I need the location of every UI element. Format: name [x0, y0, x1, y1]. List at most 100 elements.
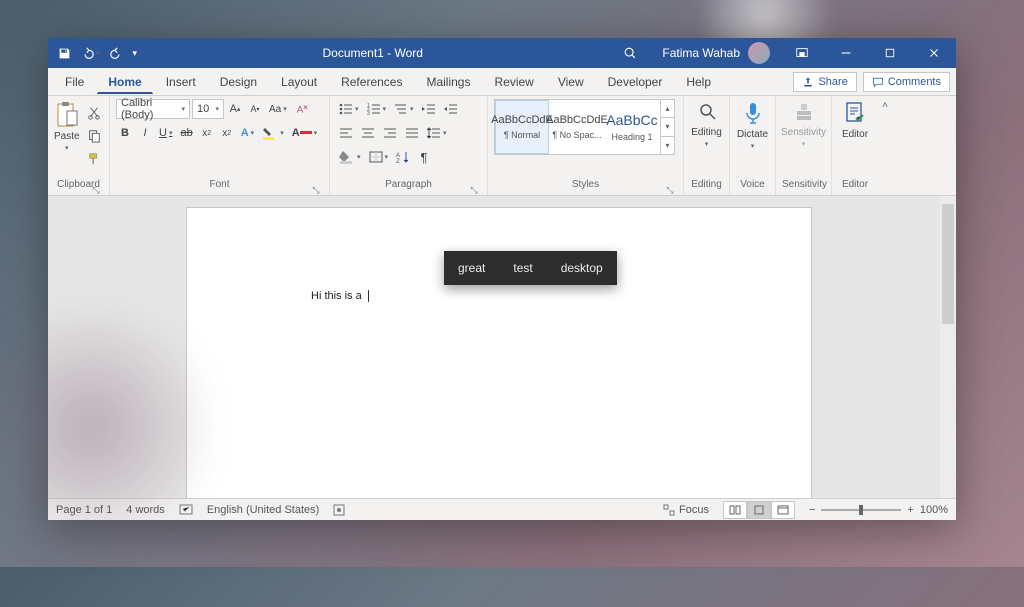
tab-mailings[interactable]: Mailings [415, 70, 481, 93]
numbering-icon[interactable]: 123 [364, 99, 390, 119]
change-case-icon[interactable]: Aa [266, 99, 290, 119]
clear-format-icon[interactable]: A [292, 99, 312, 119]
align-left-icon[interactable] [336, 123, 356, 143]
shading-icon[interactable] [336, 147, 364, 167]
italic-icon[interactable]: I [136, 123, 154, 143]
styles-scroll[interactable]: ▴▾▾ [660, 100, 674, 154]
copy-icon[interactable] [84, 126, 104, 146]
tab-developer[interactable]: Developer [597, 70, 674, 93]
increase-indent-icon[interactable] [441, 99, 461, 119]
collapse-ribbon-icon[interactable]: ˄ [878, 96, 892, 195]
page[interactable]: great test desktop Hi this is a [187, 208, 811, 498]
tab-review[interactable]: Review [483, 70, 544, 93]
tab-insert[interactable]: Insert [155, 70, 207, 93]
editing-button[interactable]: Editing▾ [690, 99, 723, 148]
focus-button[interactable]: Focus [663, 504, 709, 516]
redo-icon[interactable] [110, 47, 123, 60]
scrollbar-thumb[interactable] [942, 204, 954, 324]
vertical-scrollbar[interactable] [940, 196, 956, 498]
read-mode-icon[interactable] [723, 501, 747, 519]
align-right-icon[interactable] [380, 123, 400, 143]
tab-view[interactable]: View [547, 70, 595, 93]
tab-file[interactable]: File [54, 70, 95, 93]
suggestion-item[interactable]: test [499, 251, 546, 285]
dictate-button[interactable]: Dictate▾ [736, 99, 769, 150]
tab-design[interactable]: Design [209, 70, 268, 93]
undo-icon[interactable] [81, 47, 100, 60]
strike-icon[interactable]: ab [177, 123, 195, 143]
view-buttons [723, 501, 795, 519]
clipboard-dialog-launcher[interactable]: ⤡ [91, 185, 101, 195]
zoom-out-button[interactable]: − [809, 504, 815, 516]
suggestion-item[interactable]: great [444, 251, 499, 285]
bold-icon[interactable]: B [116, 123, 134, 143]
search-icon[interactable] [608, 38, 652, 68]
sensitivity-button[interactable]: Sensitivity▾ [786, 99, 822, 148]
multilevel-icon[interactable] [391, 99, 417, 119]
maximize-button[interactable] [868, 38, 912, 68]
line-spacing-icon[interactable] [424, 123, 450, 143]
menubar: File Home Insert Design Layout Reference… [48, 68, 956, 96]
suggestion-item[interactable]: desktop [547, 251, 617, 285]
svg-text:3: 3 [367, 111, 370, 115]
font-color-icon[interactable]: A [289, 123, 320, 143]
web-layout-icon[interactable] [771, 501, 795, 519]
justify-icon[interactable] [402, 123, 422, 143]
decrease-indent-icon[interactable] [419, 99, 439, 119]
zoom-level[interactable]: 100% [920, 504, 948, 516]
sort-icon[interactable]: AZ [393, 147, 413, 167]
ribbon: Paste ▾ Clipboard⤡ Calibri (Body)▾ 10▾ A… [48, 96, 956, 196]
spellcheck-icon[interactable] [179, 504, 193, 516]
font-name-combo[interactable]: Calibri (Body)▾ [116, 99, 190, 119]
grow-font-icon[interactable]: A▴ [226, 99, 244, 119]
font-size-combo[interactable]: 10▾ [192, 99, 224, 119]
paragraph-dialog-launcher[interactable]: ⤡ [469, 185, 479, 195]
bullets-icon[interactable] [336, 99, 362, 119]
window-title: Document1 - Word [137, 46, 608, 60]
language-status[interactable]: English (United States) [207, 504, 320, 516]
text-effects-icon[interactable]: A [238, 123, 257, 143]
style-no-spacing[interactable]: AaBbCcDdE¶ No Spac... [550, 100, 604, 154]
tab-help[interactable]: Help [675, 70, 722, 93]
save-icon[interactable] [58, 47, 71, 60]
app-window: ▾ Document1 - Word Fatima Wahab File Hom… [48, 38, 956, 520]
statusbar: Page 1 of 1 4 words English (United Stat… [48, 498, 956, 520]
close-button[interactable] [912, 38, 956, 68]
paste-button[interactable]: Paste ▾ [54, 99, 80, 152]
underline-icon[interactable]: U [156, 123, 175, 143]
editor-button[interactable]: Editor [838, 99, 872, 140]
macro-icon[interactable] [333, 504, 345, 516]
zoom-slider[interactable] [821, 509, 901, 511]
borders-icon[interactable] [366, 147, 392, 167]
word-count[interactable]: 4 words [126, 504, 165, 516]
style-normal[interactable]: AaBbCcDdE¶ Normal [495, 100, 549, 154]
zoom-in-button[interactable]: + [907, 504, 913, 516]
print-layout-icon[interactable] [747, 501, 771, 519]
text-cursor [368, 290, 369, 302]
comments-button[interactable]: Comments [863, 72, 950, 92]
cut-icon[interactable] [84, 103, 104, 123]
tab-references[interactable]: References [330, 70, 413, 93]
tab-layout[interactable]: Layout [270, 70, 328, 93]
shrink-font-icon[interactable]: A▾ [246, 99, 264, 119]
document-body[interactable]: Hi this is a [311, 290, 369, 302]
superscript-icon[interactable]: x2 [218, 123, 236, 143]
styles-gallery[interactable]: AaBbCcDdE¶ Normal AaBbCcDdE¶ No Spac... … [494, 99, 675, 155]
styles-dialog-launcher[interactable]: ⤡ [665, 185, 675, 195]
font-dialog-launcher[interactable]: ⤡ [311, 185, 321, 195]
document-area[interactable]: great test desktop Hi this is a [48, 196, 956, 498]
avatar [748, 42, 770, 64]
share-button[interactable]: Share [793, 72, 856, 92]
subscript-icon[interactable]: x2 [198, 123, 216, 143]
tab-home[interactable]: Home [97, 70, 152, 94]
align-center-icon[interactable] [358, 123, 378, 143]
account-button[interactable]: Fatima Wahab [652, 42, 780, 64]
highlight-icon[interactable] [259, 123, 287, 143]
format-painter-icon[interactable] [84, 149, 104, 169]
svg-text:Z: Z [396, 159, 400, 163]
ribbon-display-icon[interactable] [780, 38, 824, 68]
page-number[interactable]: Page 1 of 1 [56, 504, 112, 516]
minimize-button[interactable] [824, 38, 868, 68]
style-heading1[interactable]: AaBbCcHeading 1 [605, 100, 659, 154]
show-marks-icon[interactable]: ¶ [415, 147, 433, 167]
